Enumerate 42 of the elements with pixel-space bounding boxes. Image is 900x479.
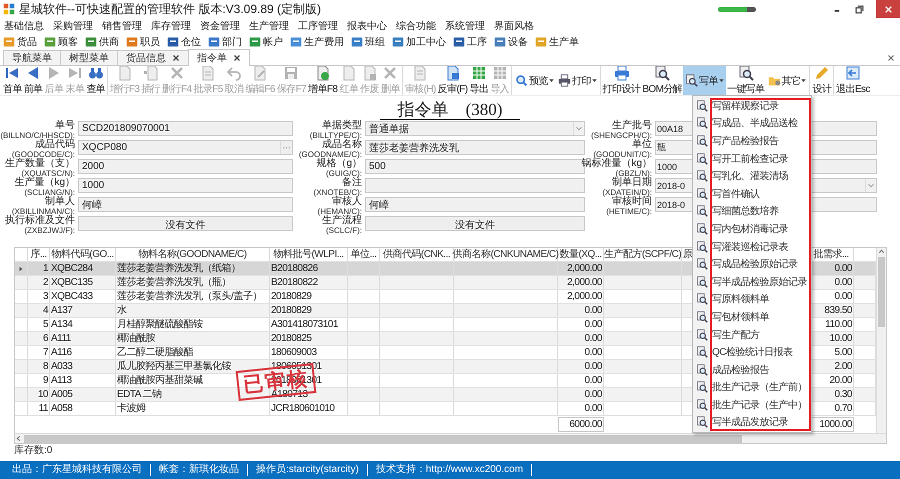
field-label: 单位 bbox=[632, 140, 652, 150]
field-code: (XQUATSC/N): bbox=[21, 168, 75, 178]
status-text: 出品：广东星城科技有限公司 bbox=[4, 464, 151, 476]
field-code: (HETIME/C): bbox=[606, 206, 652, 216]
stock-label: 库存数:0 bbox=[13, 444, 54, 458]
field-code: (XBILLINMAN/C): bbox=[12, 206, 75, 216]
window-title: 星城软件--可快速配置的管理软件 版本:V3.09.89 (定制版) bbox=[19, 0, 322, 18]
status-text: 操作员:starcity(starcity) bbox=[248, 464, 368, 476]
field-label: 制单人 bbox=[45, 197, 75, 206]
field-code: (GOODCODE/C): bbox=[12, 150, 75, 159]
field-label: 审核时间 bbox=[612, 197, 652, 206]
field-code: (GUIG/C): bbox=[326, 168, 362, 178]
field-label: 备注 bbox=[342, 178, 362, 188]
field-label: 生产流程 bbox=[322, 216, 362, 226]
field-code: (SCLIANG/N): bbox=[24, 188, 75, 197]
field-code: (GOODNAME/C): bbox=[298, 150, 362, 159]
status-text: 技术支持：http://www.xc200.com bbox=[368, 464, 532, 476]
field-code: (GBZL/N): bbox=[616, 168, 652, 178]
field-label: 成品名称 bbox=[322, 140, 362, 150]
field-code: (SCLC/F): bbox=[326, 226, 362, 235]
field-label: 制单日期 bbox=[612, 178, 652, 188]
field-code: (SHENGCPH/C): bbox=[591, 130, 652, 140]
field-code: (XDATEIN/D): bbox=[602, 188, 652, 197]
document-title: 指令单 (380) bbox=[380, 100, 520, 120]
field-label: 生产量（kg） bbox=[14, 178, 75, 188]
field-label: 单据类型 bbox=[322, 121, 362, 130]
field-label: 生产批号 bbox=[612, 121, 652, 130]
field-code: (GOODUNIT/C): bbox=[593, 150, 652, 159]
field-label: 审核人 bbox=[332, 197, 362, 206]
field-code: (XNOTEB/C): bbox=[314, 188, 362, 197]
total-field: 1000.00 bbox=[809, 417, 854, 432]
field-label: 规格（g） bbox=[316, 159, 362, 168]
field-label: 执行标准及文件 bbox=[5, 216, 75, 226]
field-label: 单号 bbox=[55, 121, 75, 130]
field-label: 生产数量（支） bbox=[5, 159, 75, 168]
field-code: (BILLNO/C/HHSCD): bbox=[0, 130, 75, 140]
field-label: 成品代码 bbox=[35, 140, 75, 150]
total-field: 6000.00 bbox=[558, 417, 604, 432]
field-code: (BILLTYPE/C): bbox=[310, 130, 362, 140]
field-code: (ZXBZJWJ/F): bbox=[24, 226, 75, 235]
field-code: (HEMAN/C): bbox=[318, 206, 362, 216]
status-text: 帐套：新琪化妆品 bbox=[151, 464, 248, 476]
